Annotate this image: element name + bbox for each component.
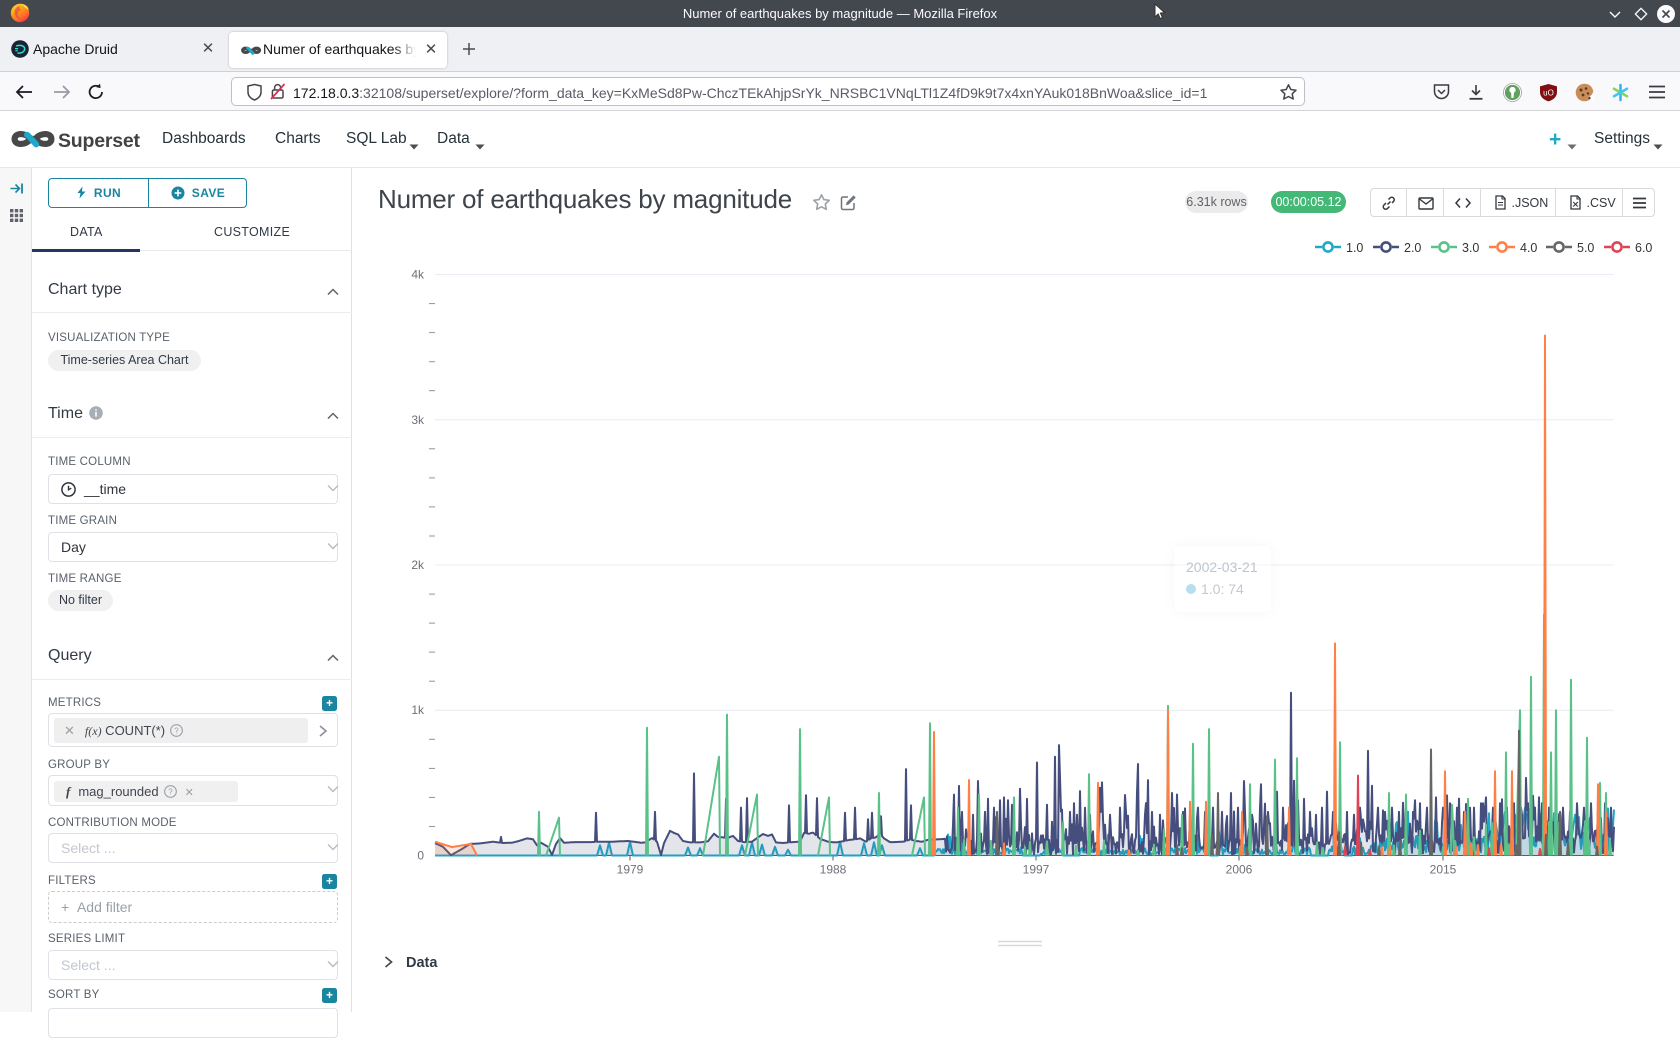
- svg-text:0: 0: [417, 849, 424, 863]
- svg-text:2k: 2k: [411, 558, 425, 572]
- svg-text:1979: 1979: [617, 863, 644, 877]
- svg-text:1988: 1988: [820, 863, 847, 877]
- svg-text:2006: 2006: [1226, 863, 1253, 877]
- svg-text:1997: 1997: [1023, 863, 1050, 877]
- svg-text:1k: 1k: [411, 703, 425, 717]
- svg-text:4k: 4k: [411, 268, 425, 282]
- svg-text:?: ?: [168, 787, 173, 796]
- svg-text:uO: uO: [1543, 89, 1554, 98]
- svg-text:2015: 2015: [1430, 863, 1457, 877]
- svg-text:?: ?: [174, 726, 179, 735]
- svg-text:3k: 3k: [411, 413, 425, 427]
